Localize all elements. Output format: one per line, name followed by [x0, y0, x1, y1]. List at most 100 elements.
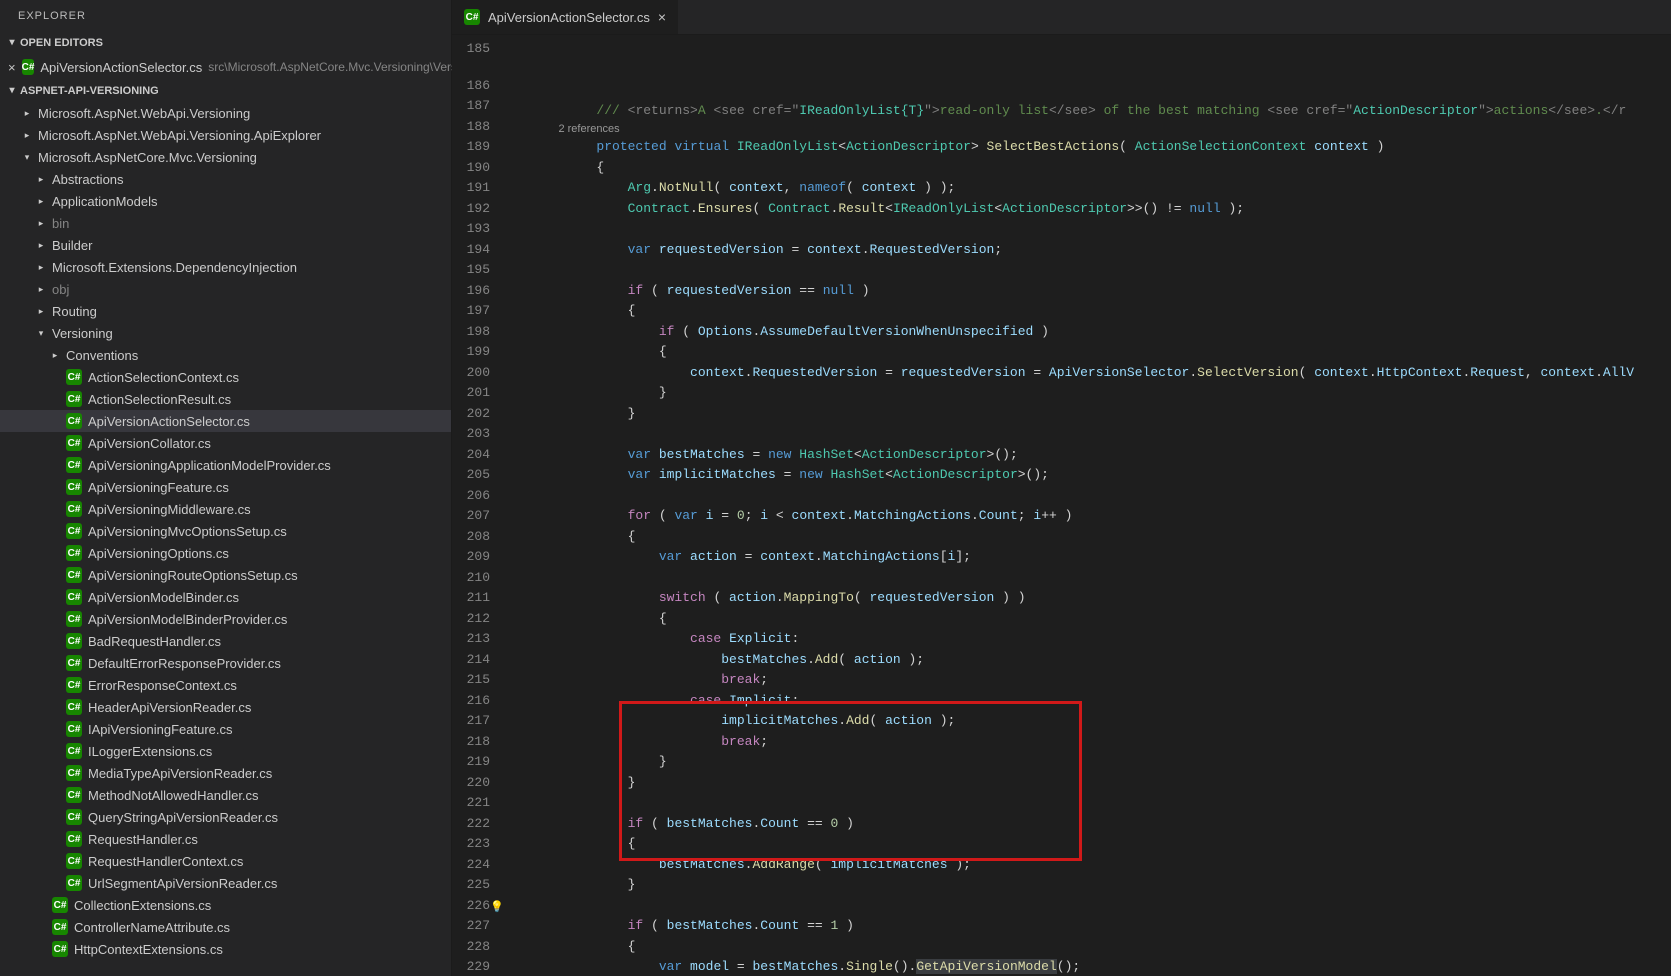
code-line[interactable]: }	[534, 875, 1671, 896]
tree-item-label: DefaultErrorResponseProvider.cs	[88, 656, 281, 671]
tree-item-label: Microsoft.AspNetCore.Mvc.Versioning	[38, 150, 257, 165]
code-line[interactable]: Arg.NotNull( context, nameof( context ) …	[534, 178, 1671, 199]
tab-active[interactable]: C# ApiVersionActionSelector.cs ×	[452, 0, 679, 34]
file-tree-file[interactable]: ▸C#DefaultErrorResponseProvider.cs	[0, 652, 451, 674]
code-line[interactable]: var model = bestMatches.Single().GetApiV…	[534, 957, 1671, 976]
file-tree-file[interactable]: ▸C#ActionSelectionResult.cs	[0, 388, 451, 410]
code-line[interactable]: case Implicit:	[534, 691, 1671, 712]
file-tree-folder[interactable]: ▸Routing	[0, 300, 451, 322]
code-line[interactable]: {	[534, 609, 1671, 630]
file-tree-file[interactable]: ▸C#MediaTypeApiVersionReader.cs	[0, 762, 451, 784]
file-tree-file[interactable]: ▸C#BadRequestHandler.cs	[0, 630, 451, 652]
file-tree-file[interactable]: ▸C#ApiVersioningRouteOptionsSetup.cs	[0, 564, 451, 586]
code-line[interactable]: {	[534, 301, 1671, 322]
file-tree-folder[interactable]: ▸bin	[0, 212, 451, 234]
code-line[interactable]: {	[534, 158, 1671, 179]
csharp-file-icon: C#	[22, 59, 35, 75]
code-line[interactable]: }	[534, 752, 1671, 773]
file-tree-folder[interactable]: ▸obj	[0, 278, 451, 300]
file-tree-file[interactable]: ▸C#ApiVersionCollator.cs	[0, 432, 451, 454]
code-line[interactable]: var implicitMatches = new HashSet<Action…	[534, 465, 1671, 486]
file-tree-folder[interactable]: ▸Microsoft.AspNet.WebApi.Versioning	[0, 102, 451, 124]
file-tree-folder[interactable]: ▸Abstractions	[0, 168, 451, 190]
lightbulb-icon[interactable]: 💡	[490, 898, 504, 919]
file-tree-folder[interactable]: ▸ApplicationModels	[0, 190, 451, 212]
code-line[interactable]	[534, 568, 1671, 589]
code-line[interactable]	[534, 486, 1671, 507]
code-line[interactable]: {	[534, 527, 1671, 548]
file-tree-folder[interactable]: ▾Versioning	[0, 322, 451, 344]
code-line[interactable]: /// <returns>A <see cref="IReadOnlyList{…	[534, 101, 1671, 122]
code-line[interactable]: break;	[534, 732, 1671, 753]
file-tree-file[interactable]: ▸C#RequestHandler.cs	[0, 828, 451, 850]
code-line[interactable]: {	[534, 342, 1671, 363]
code-line[interactable]	[534, 793, 1671, 814]
code-line[interactable]: break;	[534, 670, 1671, 691]
file-tree-folder[interactable]: ▾Microsoft.AspNetCore.Mvc.Versioning	[0, 146, 451, 168]
tree-item-label: QueryStringApiVersionReader.cs	[88, 810, 278, 825]
code-content[interactable]: /// <returns>A <see cref="IReadOnlyList{…	[534, 35, 1671, 976]
file-tree-file[interactable]: ▸C#QueryStringApiVersionReader.cs	[0, 806, 451, 828]
code-line[interactable]: if ( requestedVersion == null )	[534, 281, 1671, 302]
code-line[interactable]: if ( bestMatches.Count == 0 )	[534, 814, 1671, 835]
code-line[interactable]: implicitMatches.Add( action );	[534, 711, 1671, 732]
close-icon[interactable]: ×	[658, 9, 666, 25]
file-tree-file[interactable]: ▸C#ApiVersioningApplicationModelProvider…	[0, 454, 451, 476]
file-tree-file[interactable]: ▸C#ILoggerExtensions.cs	[0, 740, 451, 762]
open-editor-filename: ApiVersionActionSelector.cs	[40, 60, 202, 75]
code-line[interactable]: if ( bestMatches.Count == 1 )	[534, 916, 1671, 937]
code-line[interactable]: switch ( action.MappingTo( requestedVers…	[534, 588, 1671, 609]
code-line[interactable]: protected virtual IReadOnlyList<ActionDe…	[534, 137, 1671, 158]
project-header[interactable]: ▾ ASPNET-API-VERSIONING	[0, 80, 451, 102]
code-line[interactable]: {	[534, 937, 1671, 958]
csharp-file-icon: C#	[66, 875, 82, 891]
code-line[interactable]	[534, 260, 1671, 281]
file-tree-file[interactable]: ▸C#ErrorResponseContext.cs	[0, 674, 451, 696]
file-tree-file[interactable]: ▸C#ApiVersioningMiddleware.cs	[0, 498, 451, 520]
code-line[interactable]: var requestedVersion = context.Requested…	[534, 240, 1671, 261]
code-line[interactable]: var action = context.MatchingActions[i];	[534, 547, 1671, 568]
file-tree-file[interactable]: ▸C#ApiVersionActionSelector.cs	[0, 410, 451, 432]
code-line[interactable]	[534, 219, 1671, 240]
code-line[interactable]: case Explicit:	[534, 629, 1671, 650]
file-tree-file[interactable]: ▸C#ActionSelectionContext.cs	[0, 366, 451, 388]
file-tree-file[interactable]: ▸C#RequestHandlerContext.cs	[0, 850, 451, 872]
file-tree-file[interactable]: ▸C#HeaderApiVersionReader.cs	[0, 696, 451, 718]
chevron-right-icon: ▸	[22, 130, 32, 141]
code-line[interactable]: }	[534, 383, 1671, 404]
code-line[interactable]	[534, 896, 1671, 917]
file-tree-file[interactable]: ▸C#HttpContextExtensions.cs	[0, 938, 451, 960]
file-tree-folder[interactable]: ▸Microsoft.Extensions.DependencyInjectio…	[0, 256, 451, 278]
code-line[interactable]: var bestMatches = new HashSet<ActionDesc…	[534, 445, 1671, 466]
code-line[interactable]	[534, 424, 1671, 445]
file-tree-file[interactable]: ▸C#ApiVersioningFeature.cs	[0, 476, 451, 498]
file-tree-file[interactable]: ▸C#ApiVersionModelBinder.cs	[0, 586, 451, 608]
file-tree-file[interactable]: ▸C#ApiVersioningMvcOptionsSetup.cs	[0, 520, 451, 542]
file-tree-file[interactable]: ▸C#ApiVersioningOptions.cs	[0, 542, 451, 564]
file-tree-file[interactable]: ▸C#CollectionExtensions.cs	[0, 894, 451, 916]
code-line[interactable]: bestMatches.AddRange( implicitMatches );	[534, 855, 1671, 876]
codelens[interactable]: 2 references	[534, 121, 1671, 137]
file-tree-file[interactable]: ▸C#ControllerNameAttribute.cs	[0, 916, 451, 938]
code-line[interactable]: for ( var i = 0; i < context.MatchingAct…	[534, 506, 1671, 527]
file-tree-folder[interactable]: ▸Builder	[0, 234, 451, 256]
csharp-file-icon: C#	[66, 765, 82, 781]
file-tree-file[interactable]: ▸C#IApiVersioningFeature.cs	[0, 718, 451, 740]
file-tree-file[interactable]: ▸C#ApiVersionModelBinderProvider.cs	[0, 608, 451, 630]
code-line[interactable]: }	[534, 404, 1671, 425]
close-icon[interactable]: ×	[8, 60, 16, 75]
file-tree-folder[interactable]: ▸Conventions	[0, 344, 451, 366]
code-line[interactable]: if ( Options.AssumeDefaultVersionWhenUns…	[534, 322, 1671, 343]
code-line[interactable]: Contract.Ensures( Contract.Result<IReadO…	[534, 199, 1671, 220]
file-tree[interactable]: ▸Microsoft.AspNet.WebApi.Versioning▸Micr…	[0, 102, 451, 976]
file-tree-file[interactable]: ▸C#MethodNotAllowedHandler.cs	[0, 784, 451, 806]
code-editor[interactable]: 1851861871881891901911921931941951961971…	[452, 35, 1671, 976]
open-editors-header[interactable]: ▾ OPEN EDITORS	[0, 32, 451, 54]
code-line[interactable]: context.RequestedVersion = requestedVers…	[534, 363, 1671, 384]
file-tree-folder[interactable]: ▸Microsoft.AspNet.WebApi.Versioning.ApiE…	[0, 124, 451, 146]
code-line[interactable]: }	[534, 773, 1671, 794]
code-line[interactable]: {	[534, 834, 1671, 855]
code-line[interactable]: bestMatches.Add( action );	[534, 650, 1671, 671]
open-editor-item[interactable]: × C# ApiVersionActionSelector.cs src\Mic…	[0, 54, 451, 80]
file-tree-file[interactable]: ▸C#UrlSegmentApiVersionReader.cs	[0, 872, 451, 894]
